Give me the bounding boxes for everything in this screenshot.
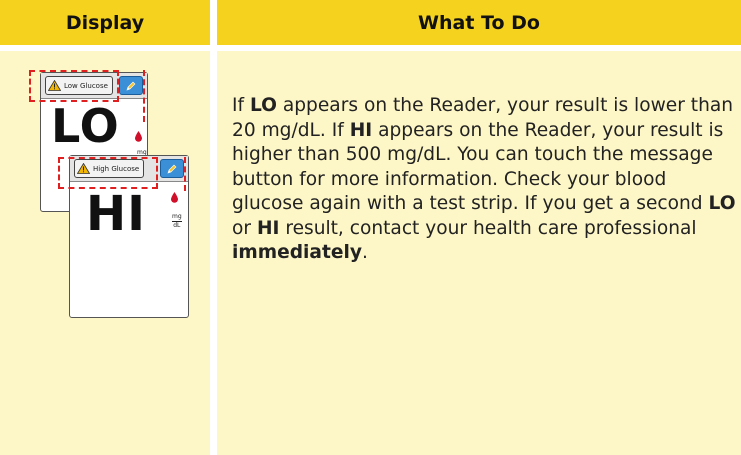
glucose-value-lo: LO bbox=[51, 99, 120, 153]
blood-drop-icon bbox=[135, 131, 142, 142]
unit-dl: dL bbox=[172, 221, 182, 229]
low-glucose-message-highlight bbox=[29, 70, 119, 102]
unit-mg: mg bbox=[172, 213, 182, 220]
pencil-icon bbox=[167, 164, 177, 173]
what-to-do-column-header: What To Do bbox=[217, 0, 741, 45]
edit-button[interactable] bbox=[160, 159, 184, 178]
instructions-text: If LO appears on the Reader, your result… bbox=[232, 95, 736, 263]
edit-button[interactable] bbox=[119, 76, 143, 95]
lo-highlight-connector bbox=[143, 70, 153, 122]
high-glucose-message-highlight bbox=[58, 157, 158, 189]
unit-label: mg dL bbox=[172, 213, 182, 229]
pencil-icon bbox=[126, 81, 136, 90]
blood-drop-icon bbox=[171, 192, 178, 203]
glucose-value-hi: HI bbox=[86, 186, 147, 242]
hi-highlight-connector bbox=[184, 157, 192, 191]
display-column-header: Display bbox=[0, 0, 210, 45]
